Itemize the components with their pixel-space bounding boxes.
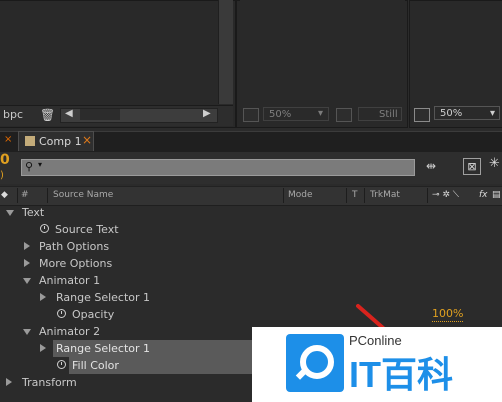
row-label: Source Text bbox=[55, 223, 119, 236]
viewer-2-zoom-chevron-icon[interactable]: ▾ bbox=[318, 107, 323, 121]
property-row-opacity[interactable]: Opacity 100% bbox=[0, 306, 502, 323]
row-label: Range Selector 1 bbox=[56, 342, 151, 355]
comp-icon bbox=[25, 136, 35, 146]
search-dropdown-icon[interactable]: ▾ bbox=[38, 160, 42, 169]
stopwatch-icon[interactable] bbox=[40, 224, 49, 233]
tab-comp-1[interactable]: Comp 1 × bbox=[18, 131, 94, 151]
property-row-more-options[interactable]: More Options bbox=[0, 255, 502, 272]
expand-right-icon[interactable] bbox=[40, 344, 46, 352]
expand-right-icon[interactable] bbox=[40, 293, 46, 301]
current-time[interactable]: 0 bbox=[0, 152, 10, 168]
adjustment-icon[interactable]: ▤ bbox=[492, 190, 501, 200]
panel-close-icon[interactable]: × bbox=[4, 134, 12, 145]
scroll-thumb[interactable] bbox=[80, 109, 120, 120]
col-trkmat[interactable]: TrkMat bbox=[370, 190, 400, 200]
pconline-logo-icon bbox=[286, 334, 344, 392]
row-label: Transform bbox=[22, 376, 77, 389]
row-label: Animator 2 bbox=[39, 325, 101, 338]
row-label: Fill Color bbox=[72, 359, 119, 372]
expand-right-icon[interactable] bbox=[24, 259, 30, 267]
row-label: Opacity bbox=[72, 308, 115, 321]
viewer-3-snapshot-icon[interactable] bbox=[414, 108, 430, 122]
trash-icon[interactable]: 🗑 bbox=[40, 108, 55, 122]
comp-mini-flowchart-icon[interactable]: ⇹ bbox=[426, 159, 436, 173]
col-sep-4 bbox=[346, 188, 347, 203]
property-row-source-text[interactable]: Source Text bbox=[0, 221, 502, 238]
expand-down-icon[interactable] bbox=[6, 210, 14, 216]
expand-right-icon[interactable] bbox=[6, 378, 12, 386]
expand-down-icon[interactable] bbox=[23, 329, 31, 335]
col-mode[interactable]: Mode bbox=[288, 190, 313, 200]
row-label: Text bbox=[22, 206, 45, 219]
viewer-2-quality[interactable]: Still bbox=[358, 107, 402, 121]
scroll-left-icon[interactable]: ◀ bbox=[65, 108, 73, 119]
stopwatch-icon[interactable] bbox=[57, 309, 66, 318]
property-row-animator-1[interactable]: Animator 1 bbox=[0, 272, 502, 289]
property-row-range-selector-1a[interactable]: Range Selector 1 bbox=[0, 289, 502, 306]
col-source-name[interactable]: Source Name bbox=[53, 190, 113, 200]
stopwatch-icon[interactable] bbox=[57, 360, 66, 369]
expand-right-icon[interactable] bbox=[24, 242, 30, 250]
scroll-right-icon[interactable]: ▶ bbox=[203, 108, 211, 119]
row-label: Animator 1 bbox=[39, 274, 101, 287]
viewer-2-region-icon[interactable] bbox=[336, 108, 352, 122]
search-icon: ⚲ bbox=[25, 160, 34, 173]
switches-icons[interactable]: ⊸ ✲ ⟍ bbox=[432, 190, 459, 200]
expand-down-icon[interactable] bbox=[23, 278, 31, 284]
bpc-label[interactable]: bpc bbox=[3, 108, 23, 122]
viewer-2-image bbox=[240, 0, 405, 100]
logo-text: IT百科 bbox=[349, 354, 453, 395]
col-sep-1 bbox=[17, 188, 18, 203]
col-sep-3 bbox=[283, 188, 284, 203]
project-scrollbar[interactable] bbox=[218, 0, 233, 104]
hide-shy-icon[interactable]: ✳ bbox=[489, 156, 500, 171]
col-t[interactable]: T bbox=[352, 190, 358, 200]
brand-text: PConline bbox=[349, 333, 402, 348]
property-row-path-options[interactable]: Path Options bbox=[0, 238, 502, 255]
viewer-3-zoom-chevron-icon[interactable]: ▾ bbox=[490, 107, 495, 121]
property-row-text[interactable]: Text bbox=[0, 204, 502, 221]
col-sep-5 bbox=[364, 188, 365, 203]
viewer-2-snapshot-icon[interactable] bbox=[243, 108, 259, 122]
col-fx[interactable]: fx bbox=[479, 190, 488, 200]
tab-close-icon[interactable]: × bbox=[82, 133, 92, 147]
tab-label: Comp 1 bbox=[39, 135, 82, 148]
time-bracket: ) bbox=[0, 170, 4, 181]
draft-3d-icon[interactable]: ⊠ bbox=[463, 158, 481, 175]
row-label: More Options bbox=[39, 257, 113, 270]
search-input[interactable]: ⚲ ▾ bbox=[21, 159, 415, 176]
watermark-panel: PConline IT百科 bbox=[252, 327, 502, 402]
label-icon: ◆ bbox=[1, 190, 8, 200]
row-label: Range Selector 1 bbox=[56, 291, 151, 304]
row-label: Path Options bbox=[39, 240, 110, 253]
col-sep-6 bbox=[427, 188, 428, 203]
col-sep-2 bbox=[47, 188, 48, 203]
opacity-value[interactable]: 100% bbox=[432, 307, 464, 322]
col-num[interactable]: # bbox=[21, 190, 29, 200]
